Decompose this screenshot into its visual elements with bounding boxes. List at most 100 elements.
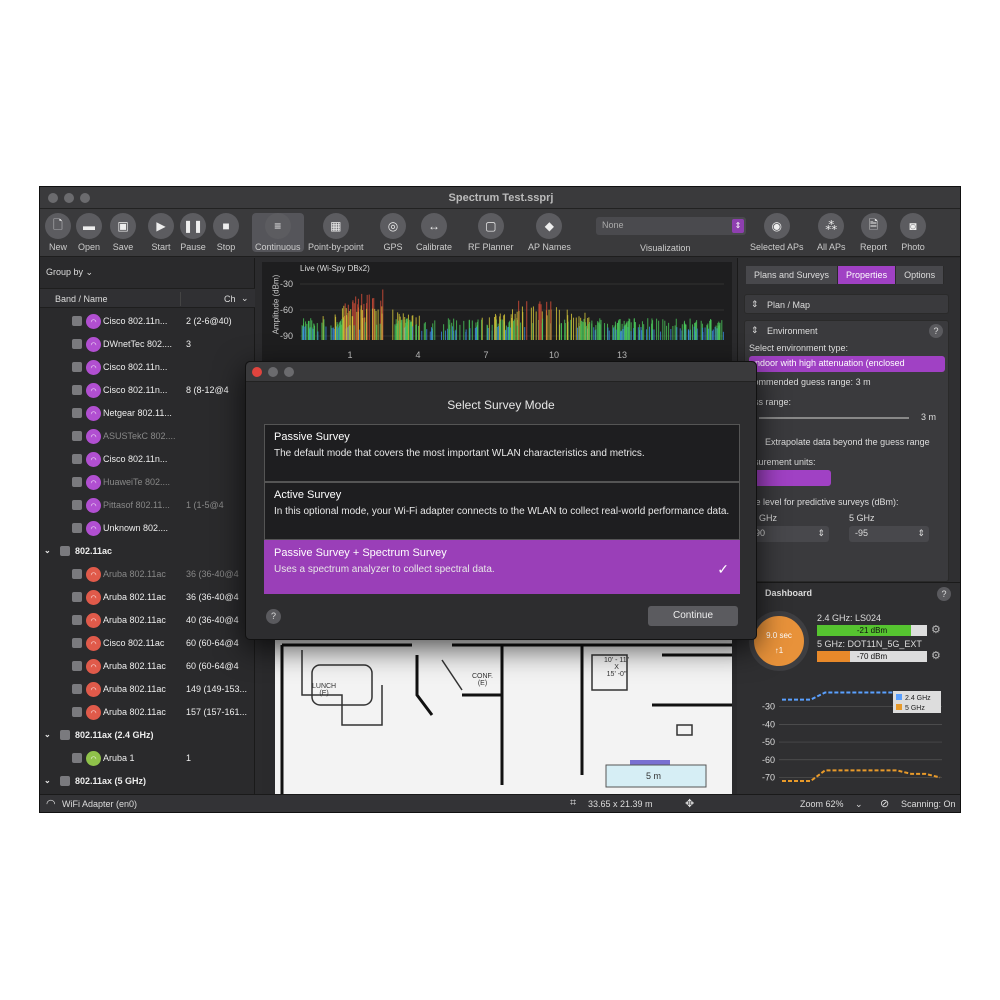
ap-checkbox[interactable] <box>72 454 82 464</box>
ap-row[interactable]: ◠ HuaweiTe 802.... <box>40 471 255 494</box>
help-icon[interactable]: ? <box>929 324 943 338</box>
group-by-menu[interactable]: Group by ⌄ <box>46 267 93 278</box>
disclosure-icon[interactable]: ⌄ <box>44 730 51 739</box>
guess-range-slider[interactable] <box>759 417 909 419</box>
ap-row[interactable]: ◠ Aruba 802.11ac 60 (60-64@4 <box>40 655 255 678</box>
option-description: In this optional mode, your Wi-Fi adapte… <box>274 506 730 517</box>
ap-row[interactable]: ◠ Pittasof 802.11... 1 (1-5@4 <box>40 494 255 517</box>
ap-row[interactable]: ◠ Aruba 802.11ac 36 (36-40@4 <box>40 586 255 609</box>
dialog-title: Select Survey Mode <box>447 398 555 412</box>
column-band-name[interactable]: Band / Name <box>55 294 108 304</box>
ap-checkbox[interactable] <box>72 523 82 533</box>
mute-icon[interactable]: ⊘ <box>880 797 889 810</box>
close-dialog-button[interactable] <box>252 367 262 377</box>
ap-row[interactable]: ◠ Cisco 802.11n... 2 (2-6@40) <box>40 310 255 333</box>
ap-checkbox[interactable] <box>72 684 82 694</box>
ap-row[interactable]: ◠ DWnetTec 802.... 3 <box>40 333 255 356</box>
ap-names-button[interactable]: ◆ AP Names <box>528 213 571 252</box>
ap-checkbox[interactable] <box>72 316 82 326</box>
ap-row[interactable]: ◠ Cisco 802.11ac 60 (60-64@4 <box>40 632 255 655</box>
noise-5-stepper[interactable]: -95 ⇕ <box>849 526 929 542</box>
ap-checkbox[interactable] <box>72 615 82 625</box>
ap-row[interactable]: ◠ Aruba 802.11ac 157 (157-161... <box>40 701 255 724</box>
continue-button[interactable]: Continue <box>648 606 738 626</box>
adapter-label[interactable]: WiFi Adapter (en0) <box>62 799 137 809</box>
ap-checkbox[interactable] <box>72 592 82 602</box>
disclosure-icon[interactable]: ⌄ <box>44 776 51 785</box>
units-select[interactable] <box>749 470 831 486</box>
tab-options[interactable]: Options <box>896 266 945 284</box>
move-icon[interactable]: ✥ <box>685 797 694 810</box>
dashboard-y-tick: -50 <box>762 737 775 747</box>
start-button[interactable]: ▶ Start <box>148 213 174 252</box>
toolbar-label: Photo <box>901 242 925 252</box>
point-by-point-button[interactable]: ▦ Point-by-point <box>308 213 364 252</box>
ap-checkbox[interactable] <box>72 753 82 763</box>
option-active-survey[interactable]: Active Survey In this optional mode, you… <box>264 482 740 540</box>
new-button[interactable]: 🗋 New <box>45 213 71 252</box>
ap-checkbox[interactable] <box>72 408 82 418</box>
noise-24-stepper[interactable]: 90 ⇕ <box>749 526 829 542</box>
report-button[interactable]: 🗎 Report <box>860 213 887 252</box>
all-aps-button[interactable]: ⁂ All APs <box>817 213 846 252</box>
ap-checkbox[interactable] <box>72 707 82 717</box>
ap-checkbox[interactable] <box>72 569 82 579</box>
continuous-button[interactable]: ≡ Continuous <box>252 213 304 252</box>
tab-properties[interactable]: Properties <box>838 266 897 284</box>
photo-button[interactable]: ◙ Photo <box>900 213 926 252</box>
open-button[interactable]: ▬ Open <box>76 213 102 252</box>
zoom-dialog-button[interactable] <box>284 367 294 377</box>
save-button[interactable]: ▣ Save <box>110 213 136 252</box>
env-type-select[interactable]: ndoor with high attenuation (enclosed <box>749 356 945 372</box>
band-group[interactable]: ⌄ 802.11ac <box>40 540 255 563</box>
rf-planner-button[interactable]: ▢ RF Planner <box>468 213 514 252</box>
ap-row[interactable]: ◠ Cisco 802.11n... <box>40 356 255 379</box>
option-passive-survey[interactable]: Passive Survey The default mode that cov… <box>264 424 740 482</box>
plan-map-section[interactable]: ⇕ Plan / Map <box>744 294 949 314</box>
ap-checkbox[interactable] <box>72 661 82 671</box>
column-channel[interactable]: Ch <box>224 294 236 304</box>
help-icon[interactable]: ? <box>937 587 951 601</box>
ap-checkbox[interactable] <box>72 431 82 441</box>
extrapolate-checkbox-label[interactable]: Extrapolate data beyond the guess range <box>765 437 930 447</box>
group-checkbox[interactable] <box>60 776 70 786</box>
visualization-select[interactable]: None ⇕ <box>596 217 746 235</box>
stop-button[interactable]: ■ Stop <box>213 213 239 252</box>
minimize-dialog-button[interactable] <box>268 367 278 377</box>
gear-icon[interactable]: ⚙ <box>931 623 941 636</box>
calibrate-button[interactable]: ↔ Calibrate <box>416 213 452 252</box>
ap-row[interactable]: ◠ Netgear 802.11... <box>40 402 255 425</box>
option-passive-spectrum-survey[interactable]: Passive Survey + Spectrum Survey Uses a … <box>264 540 740 594</box>
ap-checkbox[interactable] <box>72 339 82 349</box>
ap-row[interactable]: ◠ Aruba 802.11ac 36 (36-40@4 <box>40 563 255 586</box>
ap-row[interactable]: ◠ ASUSTekC 802.... <box>40 425 255 448</box>
toolbar: 🗋 New ▬ Open ▣ Save ▶ Start ❚❚ Pause ■ Stop ≡ Continu… <box>40 209 960 257</box>
toolbar-label: Calibrate <box>416 242 453 252</box>
group-checkbox[interactable] <box>60 546 70 556</box>
room-label-lunch: LUNCH (E) <box>312 683 337 697</box>
ap-checkbox[interactable] <box>72 500 82 510</box>
band-group[interactable]: ⌄ 802.11ax (5 GHz) <box>40 770 255 793</box>
tab-plans-and-surveys[interactable]: Plans and Surveys <box>746 266 839 284</box>
gps-button[interactable]: ◎ GPS <box>380 213 406 252</box>
ap-checkbox[interactable] <box>72 385 82 395</box>
selected-aps-button[interactable]: ◉ Selected APs <box>750 213 804 252</box>
floor-plan[interactable]: LUNCH (E) CONF. (E) 10' - 11" X 15' -0" … <box>262 635 732 795</box>
band-group[interactable]: ⌄ 802.11ax (2.4 GHz) <box>40 724 255 747</box>
ap-row[interactable]: ◠ Unknown 802.... <box>40 517 255 540</box>
gear-icon[interactable]: ⚙ <box>931 649 941 662</box>
disclosure-icon[interactable]: ⌄ <box>44 546 51 555</box>
ap-row[interactable]: ◠ Cisco 802.11n... <box>40 448 255 471</box>
ap-row[interactable]: ◠ Cisco 802.11n... 8 (8-12@4 <box>40 379 255 402</box>
ap-row[interactable]: ◠ Aruba 802.11ac 149 (149-153... <box>40 678 255 701</box>
pause-button[interactable]: ❚❚ Pause <box>180 213 206 252</box>
help-button[interactable]: ? <box>266 609 281 624</box>
ap-checkbox[interactable] <box>72 362 82 372</box>
zoom-label[interactable]: Zoom 62% <box>800 799 844 809</box>
ap-checkbox[interactable] <box>72 477 82 487</box>
ap-row[interactable]: ◠ Aruba 1 1 <box>40 747 255 770</box>
ap-checkbox[interactable] <box>72 638 82 648</box>
zoom-chevron-icon[interactable]: ⌄ <box>855 799 863 810</box>
ap-row[interactable]: ◠ Aruba 802.11ac 40 (36-40@4 <box>40 609 255 632</box>
group-checkbox[interactable] <box>60 730 70 740</box>
